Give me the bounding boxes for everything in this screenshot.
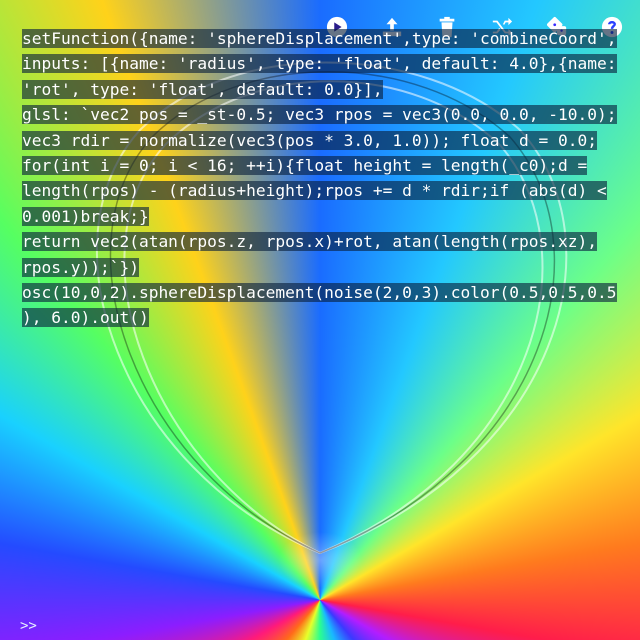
- code-line-text: return vec2(atan(rpos.z, rpos.x)+rot, at…: [22, 232, 597, 252]
- code-line-text: rpos.y));`}): [22, 257, 139, 277]
- code-line: length(rpos) - (radius+height);rpos += d…: [22, 178, 634, 203]
- code-line: return vec2(atan(rpos.z, rpos.x)+rot, at…: [22, 229, 634, 254]
- code-line-text: glsl: `vec2 pos = _st-0.5; vec3 rpos = v…: [22, 105, 617, 125]
- code-line-text: length(rpos) - (radius+height);rpos += d…: [22, 181, 607, 201]
- code-line: 0.001)break;}: [22, 204, 634, 229]
- code-line: inputs: [{name: 'radius', type: 'float',…: [22, 51, 634, 76]
- code-line: osc(10,0,2).sphereDisplacement(noise(2,0…: [22, 280, 634, 305]
- code-line-text: 'rot', type: 'float', default: 0.0}],: [22, 79, 383, 99]
- code-line-text: vec3 rdir = normalize(vec3(pos * 3.0, 1.…: [22, 130, 597, 150]
- code-line: glsl: `vec2 pos = _st-0.5; vec3 rpos = v…: [22, 102, 634, 127]
- code-line-text: 0.001)break;}: [22, 206, 149, 226]
- code-line: setFunction({name: 'sphereDisplacement',…: [22, 26, 634, 51]
- code-line-text: ), 6.0).out(): [22, 308, 149, 328]
- code-editor[interactable]: setFunction({name: 'sphereDisplacement',…: [22, 26, 634, 331]
- code-line: ), 6.0).out(): [22, 305, 634, 330]
- code-line: 'rot', type: 'float', default: 0.0}],: [22, 77, 634, 102]
- code-line: vec3 rdir = normalize(vec3(pos * 3.0, 1.…: [22, 128, 634, 153]
- code-line-text: inputs: [{name: 'radius', type: 'float',…: [22, 54, 617, 74]
- code-line: rpos.y));`}): [22, 255, 634, 280]
- code-line: for(int i = 0; i < 16; ++i){float height…: [22, 153, 634, 178]
- code-line-text: setFunction({name: 'sphereDisplacement',…: [22, 29, 617, 48]
- code-line-text: osc(10,0,2).sphereDisplacement(noise(2,0…: [22, 283, 617, 303]
- console-prompt[interactable]: >>: [20, 618, 37, 634]
- code-line-text: for(int i = 0; i < 16; ++i){float height…: [22, 156, 588, 176]
